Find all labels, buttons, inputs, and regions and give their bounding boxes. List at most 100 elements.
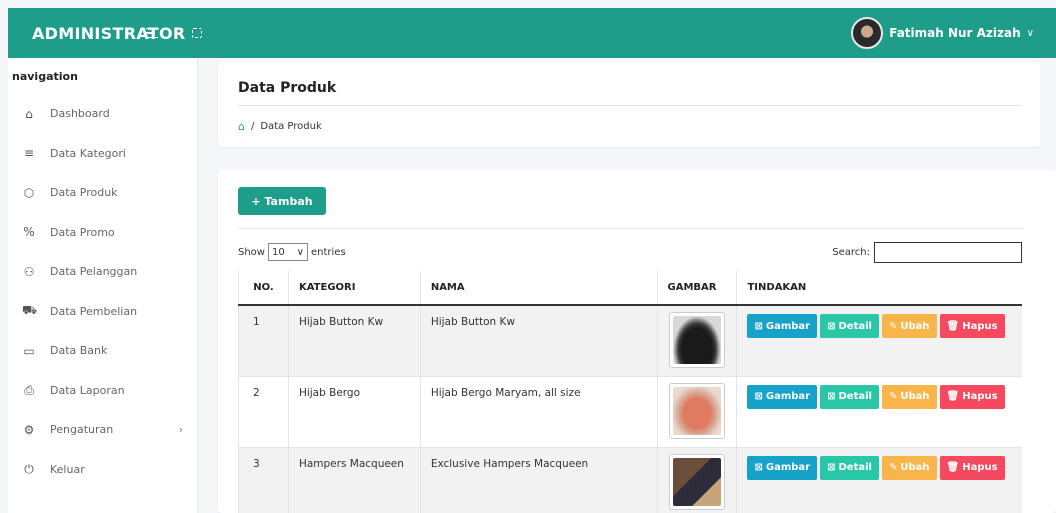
sidebar-item-pengaturan[interactable]: ⚙ Pengaturan › <box>8 410 197 450</box>
delete-button[interactable]: 🗑 Hapus <box>939 455 1005 480</box>
search-control: Search: <box>832 242 1022 263</box>
breadcrumb: ⌂ / Data Produk <box>238 120 322 133</box>
delete-button[interactable]: 🗑 Hapus <box>939 314 1005 338</box>
detail-button[interactable]: ⊠ Detail <box>820 384 879 409</box>
sidebar-item-dashboard[interactable]: ⌂ Dashboard <box>8 94 197 134</box>
list-icon: ≡ <box>23 146 35 161</box>
sidebar-item-data-produk[interactable]: ⬡ Data Produk <box>8 173 197 213</box>
detail-button[interactable]: ⊠ Detail <box>820 455 879 480</box>
button-label: Gambar <box>765 320 811 332</box>
image-icon: ⊠ <box>754 462 763 473</box>
edit-button[interactable]: ✎ Ubah <box>881 455 937 480</box>
column-header-gambar[interactable]: GAMBAR <box>656 271 737 306</box>
cell-gambar <box>656 305 737 377</box>
delete-button[interactable]: 🗑 Hapus <box>939 384 1005 409</box>
sidebar-item-data-pelanggan[interactable]: ⚇ Data Pelanggan <box>8 252 197 292</box>
button-label: Detail <box>838 391 872 402</box>
product-table: NO. KATEGORI NAMA GAMBAR TINDAKAN 1 Hija… <box>238 271 1022 513</box>
cell-no: 2 <box>238 376 289 448</box>
trash-icon: 🗑 <box>946 462 960 473</box>
brand-title[interactable]: ADMINISTRATOR <box>8 24 185 43</box>
sidebar: navigation ⌂ Dashboard ≡ Data Kategori ⬡… <box>8 58 198 513</box>
search-input[interactable] <box>874 242 1022 263</box>
edit-button[interactable]: ✎ Ubah <box>881 384 937 409</box>
sidebar-item-label: Data Pelanggan <box>50 265 138 279</box>
sidebar-item-label: Keluar <box>50 462 85 476</box>
avatar[interactable] <box>851 17 884 49</box>
sidebar-item-label: Data Produk <box>50 186 118 200</box>
search-label: Search: <box>832 247 870 258</box>
button-label: Ubah <box>900 391 930 402</box>
button-label: Hapus <box>962 462 998 473</box>
edit-icon: ✎ <box>888 462 898 473</box>
power-icon: ⏻ <box>24 461 34 476</box>
image-button[interactable]: ⊠ Gambar <box>747 314 818 338</box>
edit-button[interactable]: ✎ Ubah <box>881 314 937 338</box>
image-icon: ⊠ <box>827 391 836 402</box>
sidebar-item-label: Data Laporan <box>50 383 125 397</box>
cell-no: 1 <box>238 305 289 377</box>
cell-tindakan: ⊠ Gambar ⊠ Detail ✎ Ubah 🗑 Hapus <box>736 447 1022 513</box>
breadcrumb-separator: / <box>250 121 255 132</box>
cell-nama: Hijab Button Kw <box>419 305 657 377</box>
hamburger-icon[interactable] <box>146 26 162 40</box>
button-label: Detail <box>838 320 872 332</box>
sidebar-item-data-laporan[interactable]: ⎙ Data Laporan <box>8 371 197 411</box>
sidebar-item-label: Pengaturan <box>50 423 114 437</box>
entries-value: 10 <box>271 246 285 258</box>
image-button[interactable]: ⊠ Gambar <box>747 455 818 480</box>
cell-tindakan: ⊠ Gambar ⊠ Detail ✎ Ubah 🗑 Hapus <box>736 376 1022 448</box>
table-row: 1 Hijab Button Kw Hijab Button Kw ⊠ Gamba… <box>238 305 1022 377</box>
table-row: 2 Hijab Bergo Hijab Bergo Maryam, all si… <box>238 376 1022 448</box>
divider <box>238 105 1022 106</box>
card-icon: ▭ <box>23 343 35 358</box>
sidebar-item-label: Data Promo <box>50 225 115 239</box>
image-icon: ⊠ <box>754 391 763 402</box>
cell-kategori: Hijab Bergo <box>287 376 421 448</box>
button-label: Detail <box>838 462 872 473</box>
sidebar-item-data-bank[interactable]: ▭ Data Bank <box>8 331 197 371</box>
percent-icon: % <box>23 225 35 240</box>
breadcrumb-current: Data Produk <box>260 121 322 132</box>
column-header-nama[interactable]: NAMA <box>419 271 657 306</box>
home-icon: ⌂ <box>25 106 33 121</box>
product-thumbnail <box>668 453 725 510</box>
image-icon: ⊠ <box>754 320 763 332</box>
sidebar-item-keluar[interactable]: ⏻ Keluar <box>8 450 197 490</box>
detail-button[interactable]: ⊠ Detail <box>820 314 879 338</box>
column-header-tindakan[interactable]: TINDAKAN <box>736 271 1022 306</box>
table-row: 3 Hampers Macqueen Exclusive Hampers Mac… <box>238 447 1022 513</box>
button-label: Gambar <box>765 462 811 473</box>
column-header-no[interactable]: NO. <box>238 271 289 306</box>
entries-length-control: Show 10 ∨ entries <box>238 243 346 261</box>
entries-select[interactable]: 10 ∨ <box>267 243 308 261</box>
image-button[interactable]: ⊠ Gambar <box>747 384 818 409</box>
sidebar-item-data-promo[interactable]: % Data Promo <box>8 213 197 253</box>
add-button[interactable]: + Tambah <box>238 187 326 215</box>
button-label: Gambar <box>765 391 811 402</box>
user-name[interactable]: Fatimah Nur Azizah <box>889 26 1020 40</box>
cart-icon: ⛟ <box>22 303 38 318</box>
user-menu[interactable]: Fatimah Nur Azizah ∨ <box>851 17 1034 49</box>
edit-icon: ✎ <box>888 320 898 332</box>
button-label: Ubah <box>900 320 930 332</box>
users-icon: ⚇ <box>23 264 35 279</box>
column-header-kategori[interactable]: KATEGORI <box>287 271 421 306</box>
button-label: Ubah <box>900 462 930 473</box>
sidebar-item-label: Data Pembelian <box>50 304 138 318</box>
chevron-down-icon: ∨ <box>296 246 304 258</box>
cell-gambar <box>656 447 737 513</box>
sidebar-item-label: Data Bank <box>50 344 108 358</box>
button-label: Hapus <box>962 320 998 332</box>
sidebar-item-data-kategori[interactable]: ≡ Data Kategori <box>8 134 197 174</box>
chevron-down-icon[interactable]: ∨ <box>1027 28 1034 39</box>
box-icon: ⬡ <box>23 185 35 200</box>
cell-kategori: Hampers Macqueen <box>287 447 421 513</box>
gear-icon: ⚙ <box>23 422 35 437</box>
home-icon[interactable]: ⌂ <box>238 120 245 133</box>
sidebar-item-data-pembelian[interactable]: ⛟ Data Pembelian <box>8 292 197 332</box>
sidebar-item-label: Data Kategori <box>50 146 126 160</box>
fullscreen-icon[interactable] <box>192 28 202 38</box>
edit-icon: ✎ <box>888 391 898 402</box>
cell-nama: Exclusive Hampers Macqueen <box>419 447 657 513</box>
